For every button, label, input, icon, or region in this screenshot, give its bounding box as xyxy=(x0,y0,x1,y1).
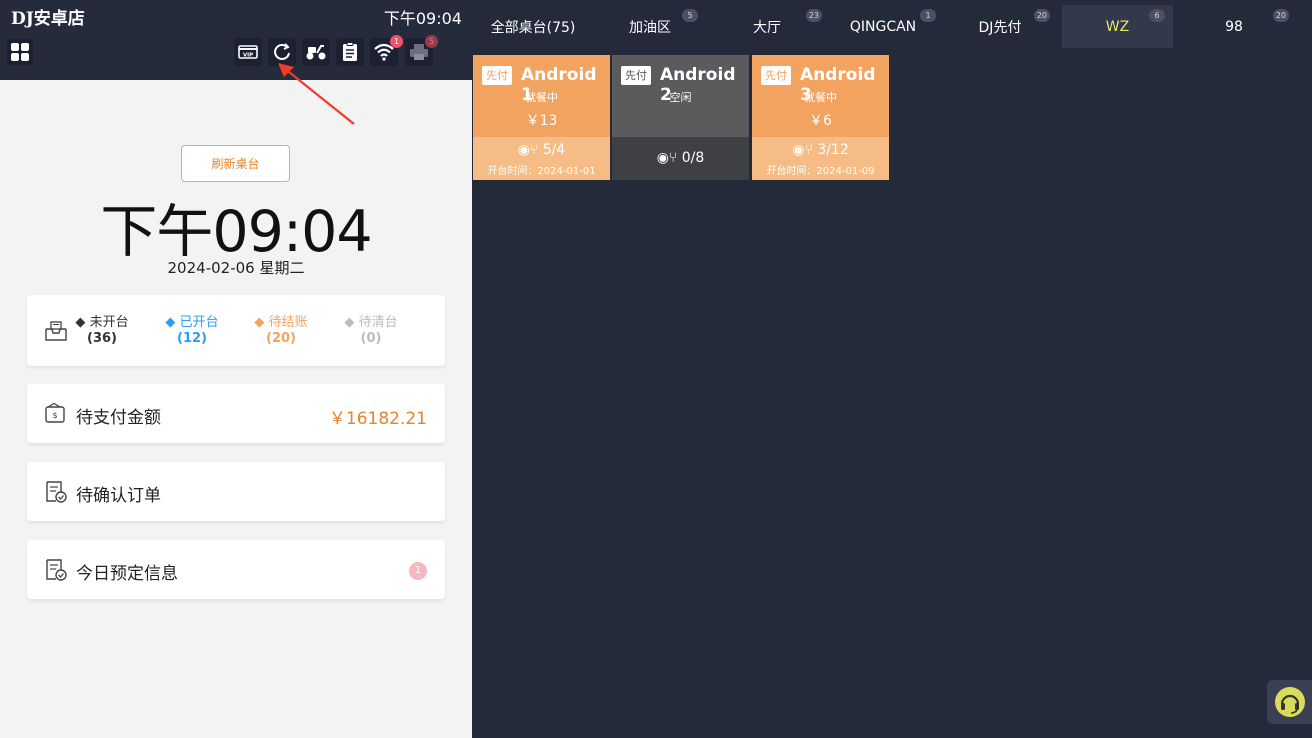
headset-icon xyxy=(1275,687,1305,717)
inbox-icon xyxy=(45,321,67,341)
table-card-android-2[interactable]: 先付 Android 2 空闲 ◉⑂ 0/8 xyxy=(612,55,749,180)
tab-98[interactable]: 98 20 xyxy=(1173,5,1295,48)
top-bar: DJ安卓店 下午09:04 VIP 1 5 xyxy=(0,0,472,80)
tab-wz[interactable]: WZ 6 xyxy=(1062,5,1173,48)
table-open-time: 开台时间：2024-01-01 xyxy=(487,166,596,177)
header-time: 下午09:04 xyxy=(383,9,462,28)
prepay-tag: 先付 xyxy=(621,66,651,85)
support-button[interactable] xyxy=(1267,680,1312,724)
pending-payment-label: 待支付金额 xyxy=(76,408,161,428)
tab-badge: 5 xyxy=(682,9,698,22)
table-seats: ◉⑂ 0/8 xyxy=(656,150,705,166)
dining-icon: ◉⑂ xyxy=(792,142,813,158)
vip-card-icon[interactable]: VIP xyxy=(234,38,262,66)
printer-icon[interactable]: 5 xyxy=(405,35,438,66)
left-panel: DJ安卓店 下午09:04 VIP 1 5 刷新桌台 下午09:04 2024-… xyxy=(0,0,472,738)
tab-hall[interactable]: 大厅 23 xyxy=(706,5,828,48)
reservation-icon xyxy=(46,559,67,581)
tab-qingcan[interactable]: QINGCAN 1 xyxy=(828,5,938,48)
diamond-icon: ◆ xyxy=(165,315,176,330)
grid-icon[interactable] xyxy=(7,39,33,65)
prepay-tag: 先付 xyxy=(761,66,791,85)
table-card-android-3[interactable]: 先付 Android 3 就餐中 ￥6 ◉⑂ 3/12 开台时间：2024-01… xyxy=(752,55,889,180)
order-check-icon xyxy=(46,481,67,503)
wifi-icon[interactable]: 1 xyxy=(370,35,403,66)
diamond-icon: ◆ xyxy=(344,315,355,330)
svg-text:VIP: VIP xyxy=(243,53,253,59)
table-price: ￥13 xyxy=(525,113,558,129)
pending-payment-card[interactable]: $ 待支付金额 ￥16182.21 xyxy=(27,384,445,443)
pending-confirm-label: 待确认订单 xyxy=(76,486,161,506)
tab-badge: 20 xyxy=(1272,9,1289,22)
reservation-card[interactable]: 今日预定信息 1 xyxy=(27,540,445,599)
tab-badge: 1 xyxy=(920,9,936,22)
diamond-icon: ◆ xyxy=(254,315,265,330)
date-line: 2024-02-06 星期二 xyxy=(167,259,305,277)
tab-badge: 20 xyxy=(1033,9,1050,22)
table-status: 空闲 xyxy=(669,91,692,104)
tab-badge: 6 xyxy=(1149,9,1165,22)
prepay-tag: 先付 xyxy=(482,66,512,85)
reservation-label: 今日预定信息 xyxy=(76,564,178,584)
status-awaiting-clean[interactable]: ◆ 待清台 (0) xyxy=(339,315,403,347)
refresh-tables-button[interactable]: 刷新桌台 xyxy=(181,145,290,182)
area-tabs: 全部桌台(75) 加油区 5 大厅 23 QINGCAN 1 DJ先付 20 W… xyxy=(472,0,1312,52)
dining-icon: ◉⑂ xyxy=(656,150,678,166)
status-unopened[interactable]: ◆ 未开台 (36) xyxy=(72,315,132,347)
pending-confirm-card[interactable]: 待确认订单 xyxy=(27,462,445,521)
table-status: 就餐中 xyxy=(525,91,558,104)
wifi-badge: 1 xyxy=(390,35,403,48)
tab-badge: 23 xyxy=(805,9,822,22)
dining-icon: ◉⑂ xyxy=(517,142,539,158)
tab-dj-prepay[interactable]: DJ先付 20 xyxy=(938,5,1062,48)
status-opened[interactable]: ◆ 已开台 (12) xyxy=(161,315,223,347)
status-awaiting-checkout[interactable]: ◆ 待结账 (20) xyxy=(249,315,313,347)
tab-fuel-area[interactable]: 加油区 5 xyxy=(594,5,706,48)
table-status: 就餐中 xyxy=(804,91,837,104)
table-status-card: ◆ 未开台 (36) ◆ 已开台 (12) ◆ 待结账 (20) ◆ 待清台 (… xyxy=(27,295,445,366)
pending-payment-amount: ￥16182.21 xyxy=(328,409,427,429)
printer-badge: 5 xyxy=(425,35,438,48)
diamond-icon: ◆ xyxy=(75,315,86,330)
table-seats: ◉⑂ 3/12 xyxy=(792,142,849,158)
table-seats: ◉⑂ 5/4 xyxy=(517,142,566,158)
table-card-android-1[interactable]: 先付 Android 1 就餐中 ￥13 ◉⑂ 5/4 开台时间：2024-01… xyxy=(473,55,610,180)
table-open-time: 开台时间：2024-01-09 xyxy=(766,166,875,177)
store-name: DJ安卓店 xyxy=(11,9,85,29)
big-clock: 下午09:04 xyxy=(100,199,372,265)
annotation-arrow-icon xyxy=(278,63,355,125)
table-price: ￥6 xyxy=(809,113,832,129)
svg-text:$: $ xyxy=(52,411,57,420)
tab-all[interactable]: 全部桌台(75) xyxy=(472,5,594,48)
reservation-badge: 1 xyxy=(409,562,427,580)
wallet-icon: $ xyxy=(45,402,65,423)
